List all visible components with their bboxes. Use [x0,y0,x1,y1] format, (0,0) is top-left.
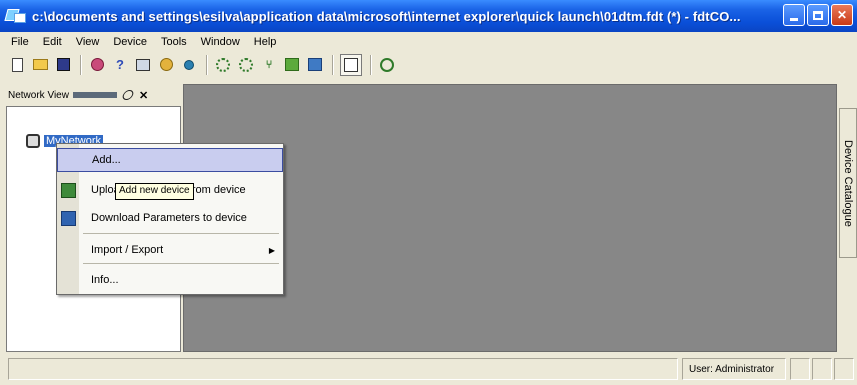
menu-bar: File Edit View Device Tools Window Help [0,32,857,51]
menu-help[interactable]: Help [247,36,284,48]
menu-item-label: Add... [92,154,121,166]
pin-icon[interactable] [121,90,135,100]
disconnect-icon [184,59,194,70]
save-button[interactable] [54,56,72,74]
device-button[interactable] [134,56,152,74]
network-add-icon [216,57,230,72]
network-remove-icon [239,57,253,72]
scan-button[interactable]: ⑂ [260,56,278,74]
menu-item-label: Download Parameters to device [91,212,247,224]
context-menu: Add... Upload Parameters from device Dow… [56,143,284,295]
status-bar: User: Administrator [0,356,857,385]
catalogue-button[interactable] [340,53,362,76]
toolbar-separator [80,54,82,75]
menu-item-info[interactable]: Info... [57,268,283,292]
save-icon [56,58,70,71]
maximize-button[interactable] [807,4,829,26]
status-cell [834,358,854,380]
menu-view[interactable]: View [69,36,107,48]
menu-edit[interactable]: Edit [36,36,69,48]
help-icon: ? [116,57,124,72]
new-button[interactable] [8,56,26,74]
download-icon [61,210,76,226]
disconnect-button[interactable] [180,56,198,74]
menu-window[interactable]: Window [194,36,247,48]
catalogue-icon [344,57,358,72]
minimize-button[interactable] [783,4,805,26]
upload-icon [285,58,299,71]
connect-button[interactable] [157,56,175,74]
app-icon [4,7,26,25]
settings-button[interactable] [378,56,396,74]
connect-icon [159,58,173,71]
close-pane-icon[interactable]: ✕ [139,89,148,102]
tooltip: Add new device [115,183,194,200]
open-button[interactable] [31,56,49,74]
menu-item-import-export[interactable]: Import / Export ▶ [57,238,283,262]
status-message-panel [8,358,678,380]
drag-handle[interactable] [72,92,117,98]
minimize-icon [790,17,798,21]
settings-icon [380,57,394,72]
scan-icon: ⑂ [265,58,273,71]
menu-separator [83,233,279,234]
toolbar-separator [206,54,208,75]
color-icon [90,58,104,71]
menu-item-label: Import / Export [91,244,164,256]
help-button[interactable]: ? [111,56,129,74]
status-cell [790,358,810,380]
menu-separator [83,263,279,264]
color-button[interactable] [88,56,106,74]
menu-file[interactable]: File [4,36,36,48]
network-add-button[interactable] [214,56,232,74]
network-view-title: Network View [8,89,69,101]
upload-icon [61,182,76,198]
close-button[interactable]: ✕ [831,4,853,26]
open-icon [32,59,48,70]
menu-device[interactable]: Device [106,36,154,48]
toolbar-separator [370,54,372,75]
download-button[interactable] [306,56,324,74]
upload-button[interactable] [283,56,301,74]
menu-item-add[interactable]: Add... [57,148,283,172]
status-cell [812,358,832,380]
network-view-header: Network View ✕ [6,84,181,106]
download-icon [308,58,322,71]
close-icon: ✕ [836,8,848,22]
menu-item-download[interactable]: Download Parameters to device [57,206,283,230]
toolbar-separator [332,54,334,75]
maximize-icon [813,10,823,20]
title-bar[interactable]: c:\documents and settings\esilva\applica… [0,0,857,32]
device-catalogue-tab[interactable]: Device Catalogue [839,108,857,258]
menu-tools[interactable]: Tools [154,36,194,48]
submenu-arrow-icon: ▶ [268,245,275,255]
new-icon [11,57,23,72]
toolbar: ? ⑂ [0,51,857,78]
window-title: c:\documents and settings\esilva\applica… [32,8,741,24]
menu-item-label: Info... [91,274,119,286]
network-remove-button[interactable] [237,56,255,74]
status-user: User: Administrator [682,358,786,380]
network-icon [26,134,40,148]
device-icon [136,58,150,71]
